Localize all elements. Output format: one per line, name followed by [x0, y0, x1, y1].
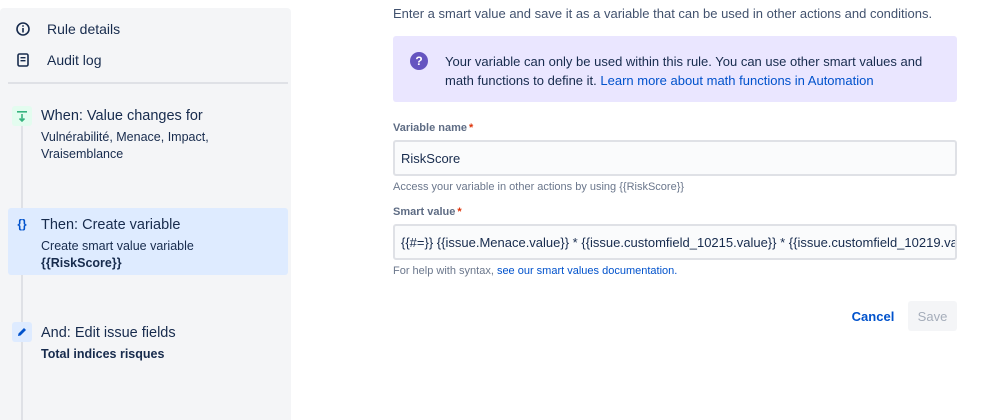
variable-name-label: Variable name *: [393, 122, 473, 134]
audit-log-label: Audit log: [47, 52, 102, 68]
smart-values-docs-link[interactable]: see our smart values documentation.: [497, 265, 677, 277]
smart-value-input[interactable]: {{#=}} {{issue.Menace.value}} * {{issue.…: [393, 224, 957, 260]
step-create-variable-title: Then: Create variable: [41, 217, 181, 233]
variable-name-input[interactable]: RiskScore: [393, 140, 957, 176]
rule-details-link[interactable]: Rule details: [8, 15, 120, 43]
variable-name-helper: Access your variable in other actions by…: [393, 181, 685, 193]
step-edit-issue-title: And: Edit issue fields: [41, 325, 176, 341]
step-trigger-subtitle: Vulnérabilité, Menace, Impact, Vraisembl…: [41, 130, 209, 161]
math-functions-link[interactable]: Learn more about math functions in Autom…: [600, 73, 873, 88]
info-text: Your variable can only be used within th…: [445, 52, 945, 90]
smart-value-label-text: Smart value: [393, 206, 456, 218]
trigger-icon: [12, 106, 32, 126]
required-asterisk: *: [457, 206, 462, 218]
step-create-variable-subtitle: Create smart value variable: [41, 239, 194, 253]
info-panel: ? Your variable can only be used within …: [393, 36, 957, 102]
smart-value-helper-text: For help with syntax,: [393, 265, 494, 277]
pencil-icon: [12, 322, 32, 342]
smart-value-label: Smart value *: [393, 206, 462, 218]
step-edit-issue-field: Total indices risques: [41, 347, 165, 361]
create-variable-form: Enter a smart value and save it as a var…: [393, 0, 957, 420]
rule-sidebar: Rule details Audit log When: Value chang…: [0, 0, 297, 420]
cancel-button[interactable]: Cancel: [845, 301, 901, 331]
step-trigger[interactable]: When: Value changes for Vulnérabilité, M…: [8, 100, 288, 170]
question-icon: ?: [410, 52, 428, 70]
sidebar-divider: [8, 82, 288, 84]
info-icon: [16, 22, 30, 36]
form-intro: Enter a smart value and save it as a var…: [393, 6, 933, 21]
variable-name-label-text: Variable name: [393, 122, 467, 134]
step-create-variable[interactable]: {} Then: Create variable Create smart va…: [8, 208, 288, 275]
step-edit-issue[interactable]: And: Edit issue fields Total indices ris…: [8, 318, 288, 368]
rule-details-label: Rule details: [47, 21, 121, 37]
audit-log-link[interactable]: Audit log: [8, 46, 101, 74]
step-trigger-title: When: Value changes for: [41, 108, 203, 124]
braces-icon: {}: [17, 217, 27, 231]
smart-value-helper: For help with syntax, see our smart valu…: [393, 265, 677, 277]
step-create-variable-name: {{RiskScore}}: [41, 256, 122, 270]
required-asterisk: *: [469, 122, 474, 134]
save-button[interactable]: Save: [908, 301, 957, 331]
document-icon: [16, 53, 30, 67]
